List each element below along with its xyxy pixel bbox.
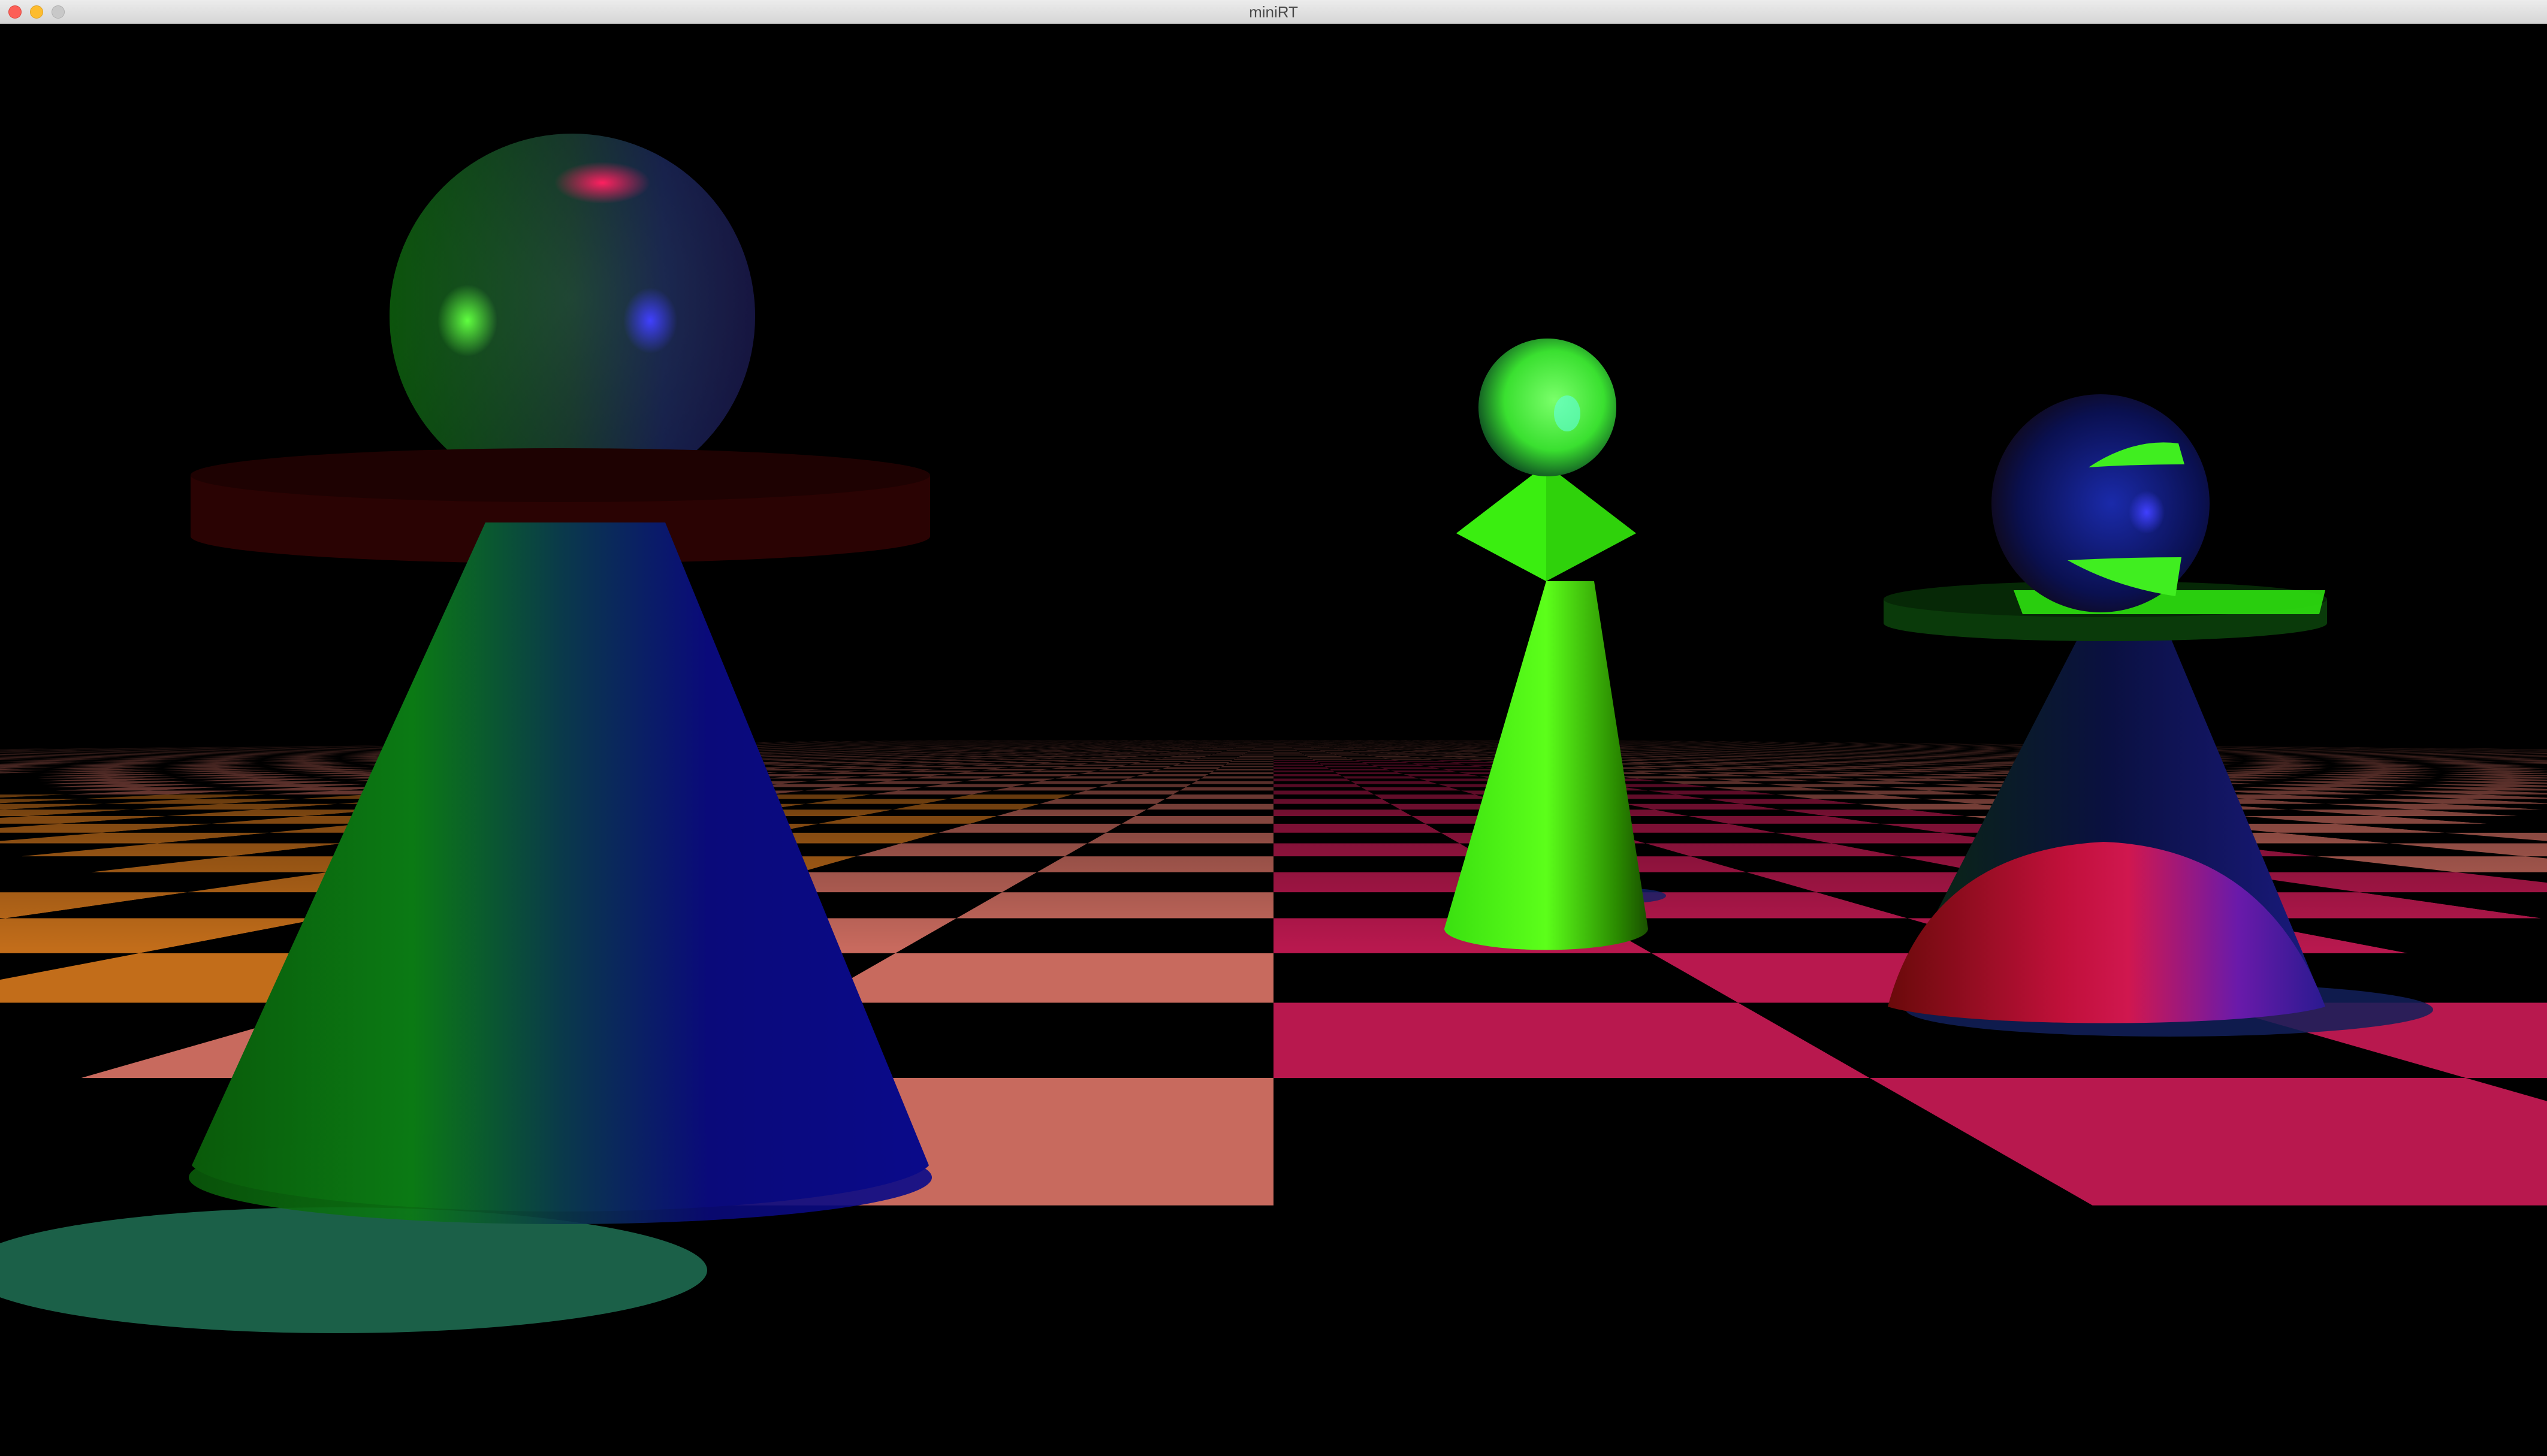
render-viewport xyxy=(0,24,2547,1456)
minirt-window: miniRT xyxy=(0,0,2547,1456)
title-bar[interactable]: miniRT xyxy=(0,0,2547,24)
rendered-scene xyxy=(0,134,2547,1456)
window-title: miniRT xyxy=(1249,3,1298,21)
